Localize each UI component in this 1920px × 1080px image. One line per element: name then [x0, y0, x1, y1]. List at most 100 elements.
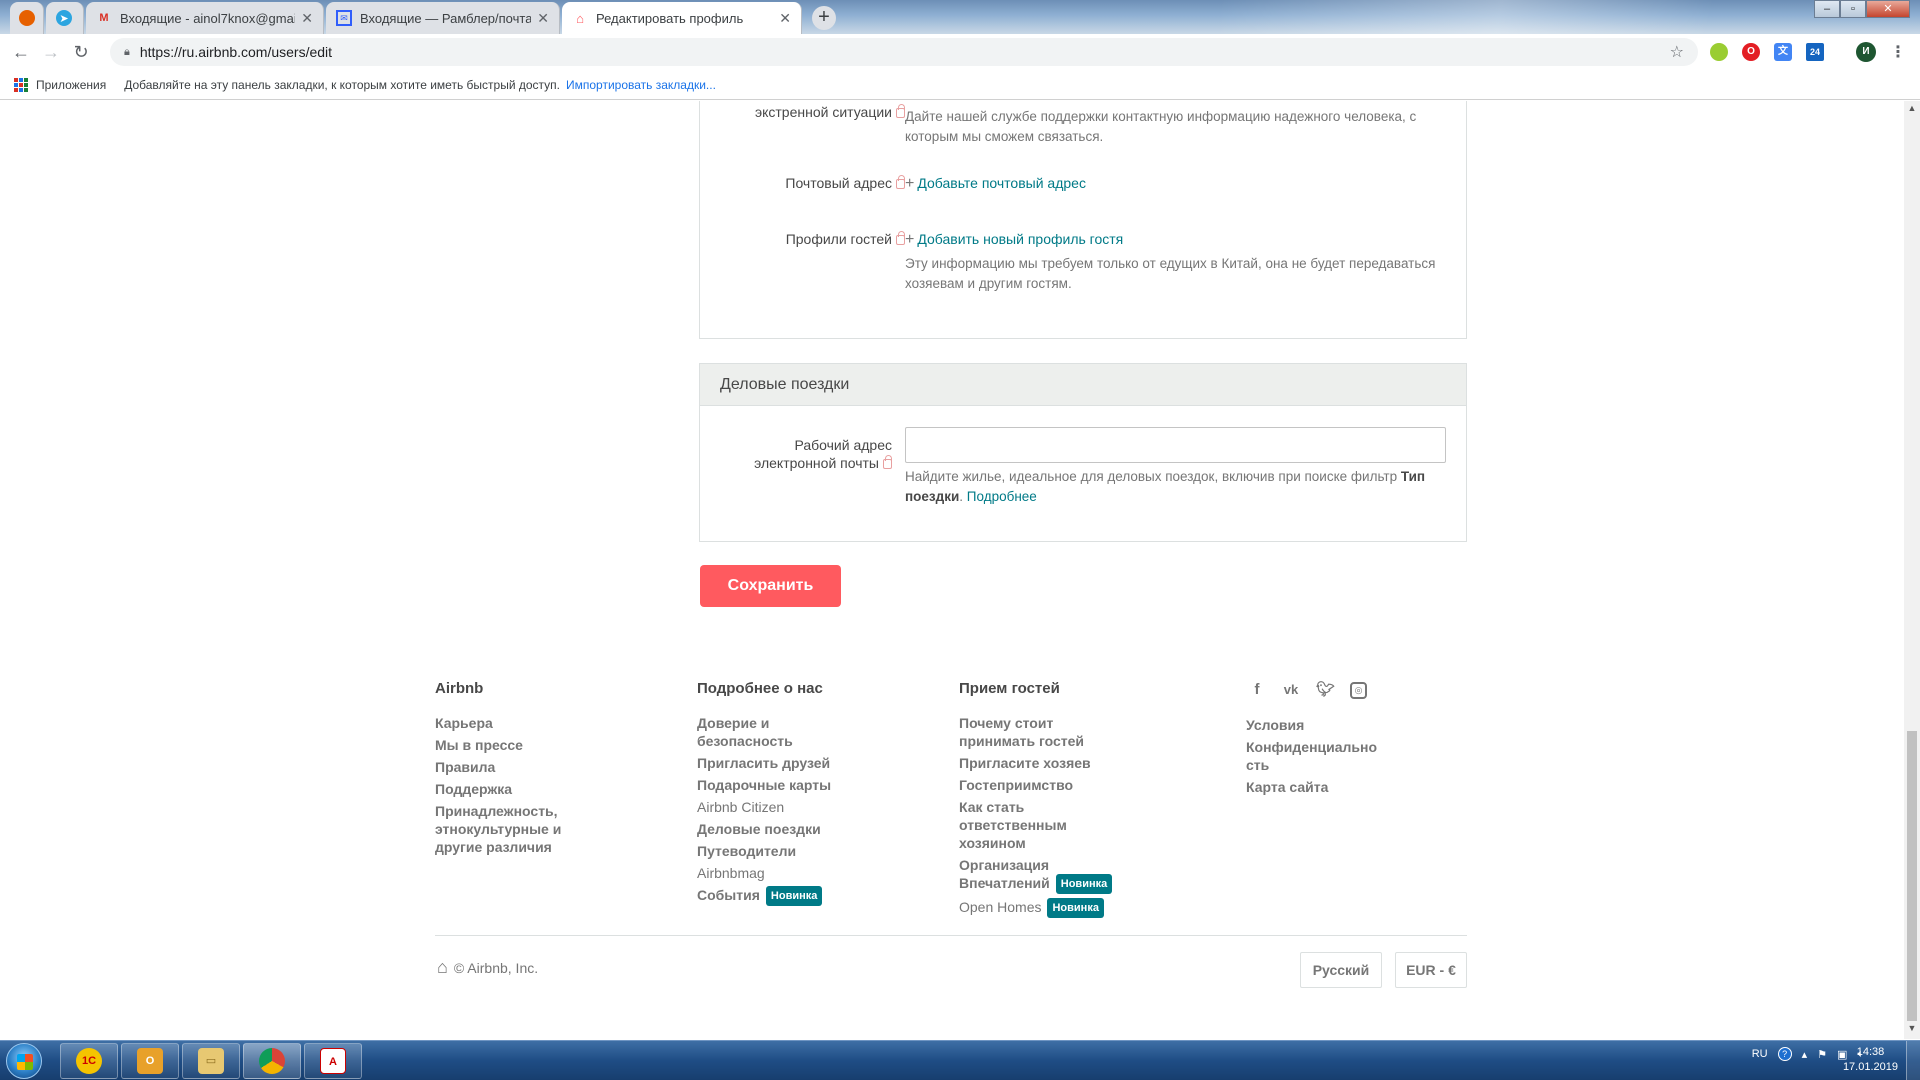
- translate-icon[interactable]: 文: [1774, 43, 1792, 61]
- instagram-icon[interactable]: ◎: [1350, 681, 1367, 699]
- footer-link[interactable]: Пригласите хозяев: [959, 754, 1129, 772]
- tab-pinned-1[interactable]: [10, 2, 44, 34]
- footer-link[interactable]: Условия: [1246, 716, 1416, 734]
- maximize-button[interactable]: ▫: [1840, 0, 1866, 18]
- windows-logo-icon: [17, 1054, 33, 1070]
- close-window-button[interactable]: ✕: [1866, 0, 1910, 18]
- tray-expand-icon[interactable]: ▴: [1802, 1048, 1808, 1061]
- business-trips-title: Деловые поездки: [700, 364, 1466, 406]
- close-icon[interactable]: ✕: [301, 10, 313, 27]
- bookmark-star-icon[interactable]: ☆: [1670, 42, 1684, 62]
- footer-link[interactable]: Деловые поездки: [697, 820, 867, 838]
- footer-link[interactable]: Гостеприимство: [959, 776, 1129, 794]
- show-desktop-button[interactable]: [1906, 1041, 1920, 1080]
- footer-divider: [435, 935, 1467, 936]
- page-scrollbar[interactable]: ▲ ▼: [1904, 101, 1920, 1039]
- postal-address-label: Почтовый адрес: [620, 174, 905, 192]
- reload-icon[interactable]: ↻: [66, 42, 96, 63]
- pdf-icon: A: [320, 1048, 346, 1074]
- extension-icon-opera[interactable]: O: [1742, 43, 1760, 61]
- footer-link[interactable]: Карта сайта: [1246, 778, 1416, 796]
- new-tab-button[interactable]: +: [812, 6, 836, 30]
- scroll-down-icon[interactable]: ▼: [1904, 1023, 1920, 1037]
- footer-col-airbnb: Airbnb Карьера Мы в прессе Правила Подде…: [435, 680, 605, 860]
- facebook-icon[interactable]: f: [1248, 681, 1266, 699]
- footer-col-hosting: Прием гостей Почему стоит принимать гост…: [959, 680, 1129, 922]
- footer-link[interactable]: Airbnbmag: [697, 864, 867, 882]
- footer-link[interactable]: Подарочные карты: [697, 776, 867, 794]
- address-bar[interactable]: 🔒︎ https://ru.airbnb.com/users/edit ☆: [110, 38, 1698, 66]
- flag-icon[interactable]: ⚑: [1817, 1048, 1827, 1061]
- add-guest-profile-link[interactable]: + Добавить новый профиль гостя: [905, 230, 1123, 249]
- twitter-icon[interactable]: 🐦︎: [1316, 681, 1335, 699]
- import-bookmarks-link[interactable]: Импортировать закладки...: [566, 78, 716, 92]
- currency-selector[interactable]: EUR - €: [1395, 952, 1467, 988]
- taskbar-explorer[interactable]: ▭: [182, 1043, 240, 1079]
- footer-link[interactable]: Airbnb Citizen: [697, 798, 867, 816]
- footer-link[interactable]: Пригласить друзей: [697, 754, 867, 772]
- footer-link[interactable]: Карьера: [435, 714, 605, 732]
- footer-link-events[interactable]: События Новинка: [697, 886, 867, 906]
- footer-heading: Прием гостей: [959, 680, 1060, 697]
- tab-pinned-telegram[interactable]: ➤: [46, 2, 84, 34]
- taskbar-chrome[interactable]: [243, 1043, 301, 1079]
- forward-icon[interactable]: →: [36, 42, 66, 63]
- close-icon[interactable]: ✕: [779, 10, 791, 27]
- language-indicator[interactable]: RU: [1752, 1048, 1768, 1060]
- extensions-area: O 文 24 И ⋮: [1710, 42, 1906, 62]
- private-lock-icon: [896, 175, 905, 189]
- private-lock-icon: [896, 104, 905, 118]
- footer-link[interactable]: Как стать ответственным хозяином: [959, 798, 1074, 852]
- menu-kebab-icon[interactable]: ⋮: [1890, 42, 1906, 62]
- bookmarks-bar: Приложения Добавляйте на эту панель закл…: [0, 70, 1920, 100]
- scrollbar-thumb[interactable]: [1907, 731, 1917, 1021]
- work-email-input[interactable]: [905, 427, 1446, 463]
- language-selector[interactable]: Русский: [1300, 952, 1382, 988]
- start-button[interactable]: [6, 1043, 42, 1079]
- clock-time: 14:38: [1856, 1046, 1885, 1058]
- extension-icon-24[interactable]: 24: [1806, 43, 1824, 61]
- extension-icon-green[interactable]: [1710, 43, 1728, 61]
- footer-link[interactable]: Конфиденциально сть: [1246, 738, 1391, 774]
- learn-more-link[interactable]: Подробнее: [967, 489, 1037, 504]
- tab-title: Входящие — Рамблер/почта: [360, 10, 532, 26]
- tab-rambler[interactable]: ✉ Входящие — Рамблер/почта ✕: [326, 2, 560, 34]
- taskbar-acrobat[interactable]: A: [304, 1043, 362, 1079]
- footer-link-open-homes[interactable]: Open Homes Новинка: [959, 898, 1129, 918]
- clock[interactable]: 14:38 17.01.2019: [1843, 1045, 1898, 1075]
- tab-airbnb-active[interactable]: ⌂ Редактировать профиль ✕: [562, 2, 802, 34]
- close-icon[interactable]: ✕: [537, 10, 549, 27]
- footer-link-experiences[interactable]: Организация Впечатлений Новинка: [959, 856, 1129, 894]
- apps-grid-icon[interactable]: [14, 77, 28, 92]
- footer-link[interactable]: Правила: [435, 758, 605, 776]
- apps-link[interactable]: Приложения: [36, 78, 106, 92]
- footer-link[interactable]: Доверие и безопасность: [697, 714, 807, 750]
- social-links: f vk 🐦︎ ◎: [1248, 681, 1367, 699]
- scroll-up-icon[interactable]: ▲: [1904, 103, 1920, 117]
- footer-link[interactable]: Принадлежность, этнокультурные и другие …: [435, 802, 575, 856]
- plus-icon: +: [905, 175, 915, 192]
- outlook-icon: O: [137, 1048, 163, 1074]
- private-lock-icon: [883, 455, 892, 469]
- tab-gmail[interactable]: M Входящие - ainol7knox@gmail.c ✕: [86, 2, 324, 34]
- back-icon[interactable]: ←: [6, 42, 36, 63]
- new-badge: Новинка: [1047, 898, 1104, 918]
- page-content: экстренной ситуации Дайте нашей службе п…: [0, 101, 1904, 1039]
- add-postal-address-link[interactable]: + Добавьте почтовый адрес: [905, 174, 1086, 193]
- profile-avatar[interactable]: И: [1856, 42, 1876, 62]
- taskbar-outlook[interactable]: O: [121, 1043, 179, 1079]
- footer-link[interactable]: Почему стоит принимать гостей: [959, 714, 1089, 750]
- tab-title: Редактировать профиль: [596, 10, 744, 26]
- help-icon[interactable]: ?: [1777, 1047, 1792, 1061]
- windows-taskbar: 1C O ▭ A RU ? ▴ ⚑ ▣ 🔈︎ 14:38 17.01.2019: [0, 1040, 1920, 1080]
- vk-icon[interactable]: vk: [1282, 681, 1300, 699]
- guest-profiles-help: Эту информацию мы требуем только от едущ…: [905, 256, 1436, 291]
- footer-link[interactable]: Мы в прессе: [435, 736, 605, 754]
- footer-link[interactable]: Путеводители: [697, 842, 867, 860]
- window-controls: – ▫ ✕: [1814, 0, 1910, 18]
- minimize-button[interactable]: –: [1814, 0, 1840, 18]
- save-button[interactable]: Сохранить: [700, 565, 841, 607]
- footer-link[interactable]: Поддержка: [435, 780, 605, 798]
- taskbar-1c[interactable]: 1C: [60, 1043, 118, 1079]
- footer-col-about: Подробнее о нас Доверие и безопасность П…: [697, 680, 867, 910]
